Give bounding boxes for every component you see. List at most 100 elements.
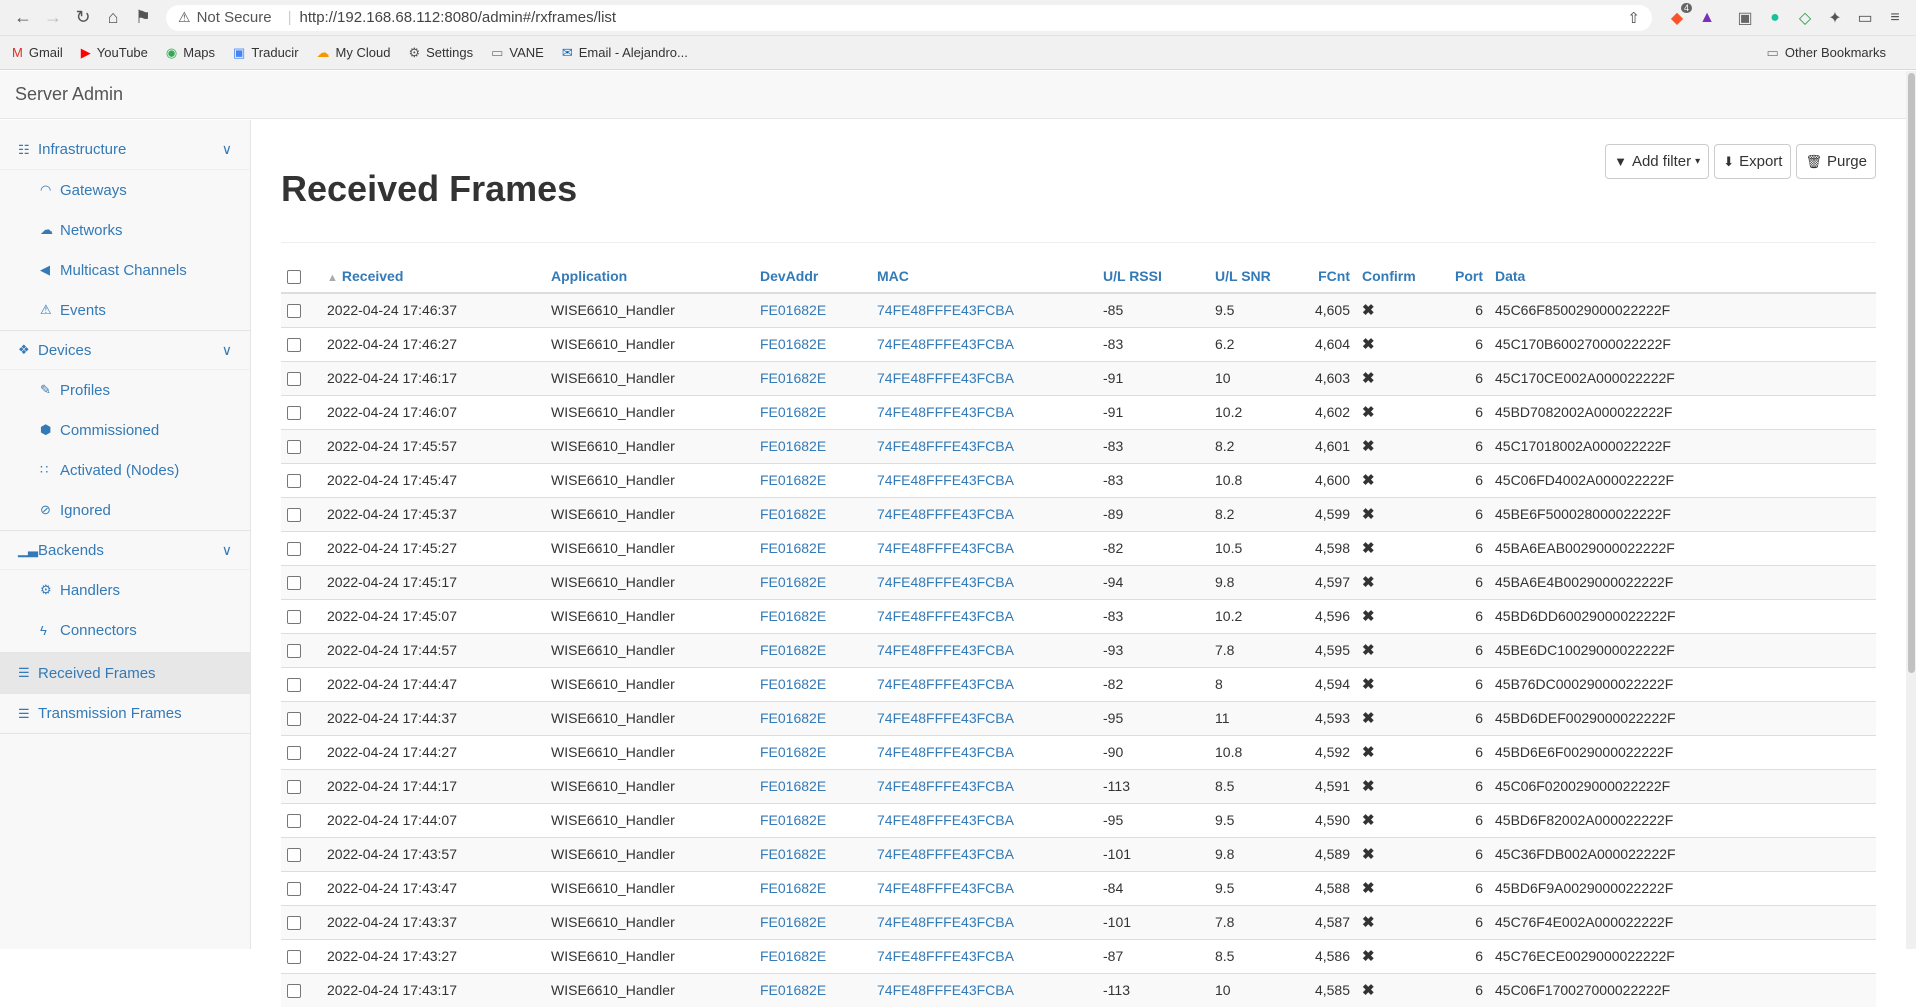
cell-mac-link[interactable]: 74FE48FFFE43FCBA <box>871 837 1097 871</box>
sidebar-item-activated[interactable]: ∷Activated (Nodes) <box>0 450 250 490</box>
sidebar-item-transmission-frames[interactable]: ☰Transmission Frames <box>0 693 250 734</box>
bookmark-settings[interactable]: ⚙Settings <box>408 45 473 61</box>
cell-mac-link[interactable]: 74FE48FFFE43FCBA <box>871 939 1097 973</box>
row-checkbox[interactable] <box>287 780 301 794</box>
bookmark-my-cloud[interactable]: ☁My Cloud <box>317 45 391 61</box>
row-checkbox[interactable] <box>287 338 301 352</box>
row-checkbox[interactable] <box>287 542 301 556</box>
puzzle-icon[interactable]: ✦ <box>1822 5 1848 31</box>
row-checkbox[interactable] <box>287 508 301 522</box>
wallet-icon[interactable]: ▭ <box>1852 5 1878 31</box>
row-checkbox[interactable] <box>287 882 301 896</box>
address-bar[interactable]: ⚠ Not Secure | http://192.168.68.112:808… <box>166 5 1652 31</box>
row-checkbox[interactable] <box>287 440 301 454</box>
cell-devaddr-link[interactable]: FE01682E <box>754 803 871 837</box>
col-fcnt[interactable]: FCnt <box>1302 260 1356 293</box>
cell-devaddr-link[interactable]: FE01682E <box>754 497 871 531</box>
cell-devaddr-link[interactable]: FE01682E <box>754 667 871 701</box>
rewards-icon[interactable]: ▲ <box>1694 5 1720 31</box>
app-title[interactable]: Server Admin <box>15 84 123 105</box>
cell-mac-link[interactable]: 74FE48FFFE43FCBA <box>871 599 1097 633</box>
bookmark-youtube[interactable]: ▶YouTube <box>81 45 148 61</box>
bookmark-gmail[interactable]: MGmail <box>12 45 63 60</box>
col-port[interactable]: Port <box>1441 260 1489 293</box>
table-row[interactable]: 2022-04-24 17:44:47WISE6610_HandlerFE016… <box>281 667 1876 701</box>
reload-icon[interactable]: ↻ <box>68 3 98 33</box>
cell-devaddr-link[interactable]: FE01682E <box>754 429 871 463</box>
cell-mac-link[interactable]: 74FE48FFFE43FCBA <box>871 735 1097 769</box>
add-filter-button[interactable]: ▼Add filter▾ <box>1605 144 1709 179</box>
cell-devaddr-link[interactable]: FE01682E <box>754 293 871 327</box>
cell-devaddr-link[interactable]: FE01682E <box>754 871 871 905</box>
table-row[interactable]: 2022-04-24 17:45:57WISE6610_HandlerFE016… <box>281 429 1876 463</box>
row-checkbox[interactable] <box>287 984 301 998</box>
scrollbar-thumb[interactable] <box>1908 73 1915 673</box>
col-snr[interactable]: U/L SNR <box>1209 260 1302 293</box>
table-row[interactable]: 2022-04-24 17:43:37WISE6610_HandlerFE016… <box>281 905 1876 939</box>
cell-mac-link[interactable]: 74FE48FFFE43FCBA <box>871 701 1097 735</box>
cell-mac-link[interactable]: 74FE48FFFE43FCBA <box>871 905 1097 939</box>
bookmark-traducir[interactable]: ▣Traducir <box>233 45 299 61</box>
table-row[interactable]: 2022-04-24 17:45:07WISE6610_HandlerFE016… <box>281 599 1876 633</box>
bookmark-icon[interactable]: ⚑ <box>128 3 158 33</box>
table-row[interactable]: 2022-04-24 17:45:47WISE6610_HandlerFE016… <box>281 463 1876 497</box>
cell-mac-link[interactable]: 74FE48FFFE43FCBA <box>871 293 1097 327</box>
table-row[interactable]: 2022-04-24 17:45:37WISE6610_HandlerFE016… <box>281 497 1876 531</box>
bookmark-vane[interactable]: ▭VANE <box>491 45 544 61</box>
table-row[interactable]: 2022-04-24 17:46:17WISE6610_HandlerFE016… <box>281 361 1876 395</box>
forward-icon[interactable]: → <box>38 3 68 33</box>
table-row[interactable]: 2022-04-24 17:44:17WISE6610_HandlerFE016… <box>281 769 1876 803</box>
cell-devaddr-link[interactable]: FE01682E <box>754 361 871 395</box>
cell-mac-link[interactable]: 74FE48FFFE43FCBA <box>871 633 1097 667</box>
col-confirm[interactable]: Confirm <box>1356 260 1441 293</box>
table-row[interactable]: 2022-04-24 17:46:37WISE6610_HandlerFE016… <box>281 293 1876 327</box>
table-row[interactable]: 2022-04-24 17:43:57WISE6610_HandlerFE016… <box>281 837 1876 871</box>
row-checkbox[interactable] <box>287 610 301 624</box>
extension-shield-icon[interactable]: ▣ <box>1732 5 1758 31</box>
table-row[interactable]: 2022-04-24 17:44:27WISE6610_HandlerFE016… <box>281 735 1876 769</box>
select-all-checkbox[interactable] <box>287 270 301 284</box>
cell-devaddr-link[interactable]: FE01682E <box>754 769 871 803</box>
brave-shield-icon[interactable]: ◆4 <box>1664 5 1690 31</box>
sidebar-item-gateways[interactable]: ◠Gateways <box>0 170 250 210</box>
col-data[interactable]: Data <box>1489 260 1876 293</box>
share-icon[interactable]: ⇧ <box>1627 9 1640 27</box>
sidebar-item-profiles[interactable]: ✎Profiles <box>0 370 250 410</box>
sidebar-item-ignored[interactable]: ⊘Ignored <box>0 490 250 530</box>
extension-green-icon[interactable]: ◇ <box>1792 5 1818 31</box>
home-icon[interactable]: ⌂ <box>98 3 128 33</box>
cell-mac-link[interactable]: 74FE48FFFE43FCBA <box>871 429 1097 463</box>
cell-mac-link[interactable]: 74FE48FFFE43FCBA <box>871 565 1097 599</box>
cell-devaddr-link[interactable]: FE01682E <box>754 735 871 769</box>
sidebar-section-backends[interactable]: ▁▃ Backends ∨ <box>0 530 250 570</box>
cell-devaddr-link[interactable]: FE01682E <box>754 973 871 1007</box>
cell-mac-link[interactable]: 74FE48FFFE43FCBA <box>871 531 1097 565</box>
sidebar-section-infrastructure[interactable]: ☷ Infrastructure ∨ <box>0 130 250 170</box>
cell-devaddr-link[interactable]: FE01682E <box>754 531 871 565</box>
cell-mac-link[interactable]: 74FE48FFFE43FCBA <box>871 667 1097 701</box>
row-checkbox[interactable] <box>287 950 301 964</box>
col-rssi[interactable]: U/L RSSI <box>1097 260 1209 293</box>
row-checkbox[interactable] <box>287 576 301 590</box>
sidebar-item-networks[interactable]: ☁Networks <box>0 210 250 250</box>
cell-mac-link[interactable]: 74FE48FFFE43FCBA <box>871 769 1097 803</box>
other-bookmarks[interactable]: ▭Other Bookmarks <box>1767 45 1886 61</box>
row-checkbox[interactable] <box>287 406 301 420</box>
cell-devaddr-link[interactable]: FE01682E <box>754 599 871 633</box>
table-row[interactable]: 2022-04-24 17:44:07WISE6610_HandlerFE016… <box>281 803 1876 837</box>
row-checkbox[interactable] <box>287 712 301 726</box>
col-application[interactable]: Application <box>545 260 754 293</box>
sidebar-item-events[interactable]: ⚠Events <box>0 290 250 330</box>
row-checkbox[interactable] <box>287 474 301 488</box>
cell-devaddr-link[interactable]: FE01682E <box>754 633 871 667</box>
cell-mac-link[interactable]: 74FE48FFFE43FCBA <box>871 497 1097 531</box>
cell-devaddr-link[interactable]: FE01682E <box>754 327 871 361</box>
table-row[interactable]: 2022-04-24 17:46:27WISE6610_HandlerFE016… <box>281 327 1876 361</box>
table-row[interactable]: 2022-04-24 17:43:17WISE6610_HandlerFE016… <box>281 973 1876 1007</box>
grammarly-icon[interactable]: ● <box>1762 5 1788 31</box>
cell-devaddr-link[interactable]: FE01682E <box>754 905 871 939</box>
cell-mac-link[interactable]: 74FE48FFFE43FCBA <box>871 803 1097 837</box>
row-checkbox[interactable] <box>287 372 301 386</box>
sidebar-item-connectors[interactable]: ϟConnectors <box>0 610 250 650</box>
sidebar-item-received-frames[interactable]: ☰Received Frames <box>0 652 250 693</box>
